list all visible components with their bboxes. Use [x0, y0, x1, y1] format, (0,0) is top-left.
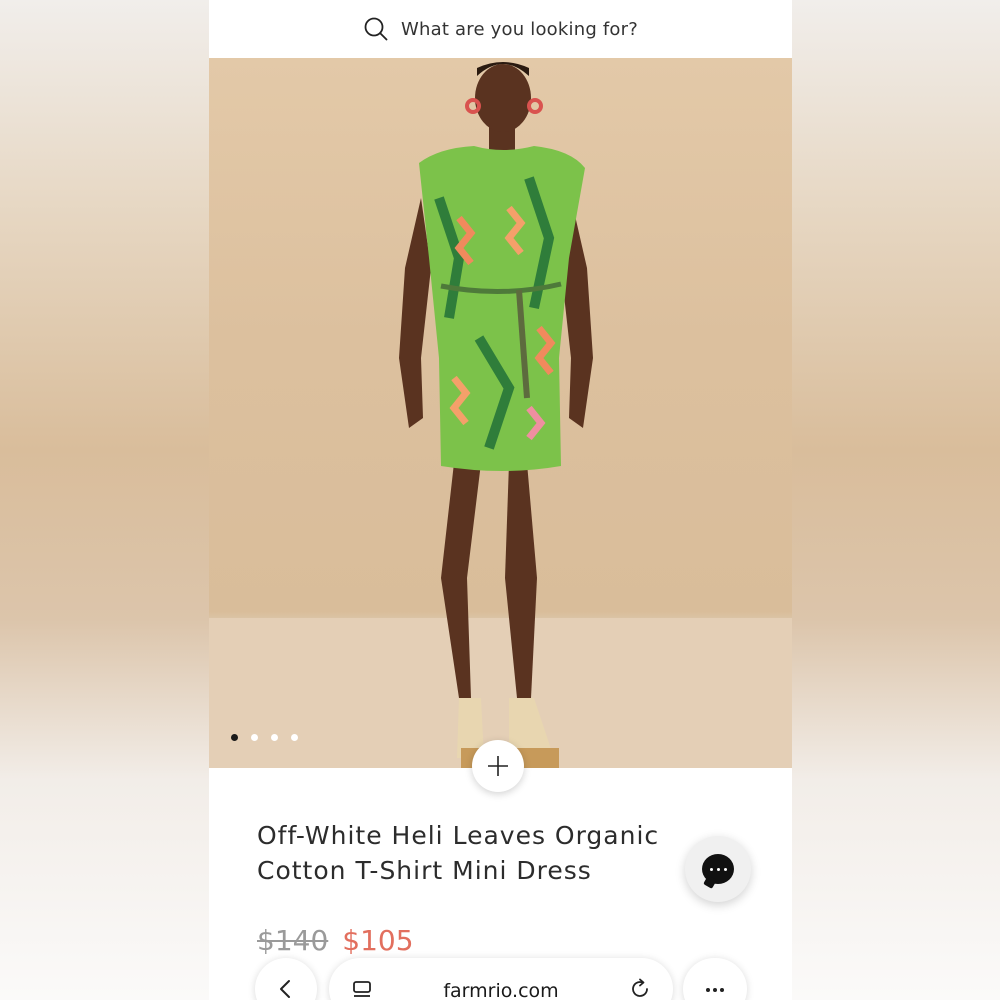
sale-price: $105	[342, 924, 414, 957]
product-title-line1: Off-White Heli Leaves Organic	[257, 821, 660, 850]
background-blur-right	[792, 0, 1000, 1000]
background-blur-left	[0, 0, 209, 1000]
search-input[interactable]: What are you looking for?	[401, 19, 638, 40]
more-icon	[706, 988, 724, 992]
address-bar[interactable]: farmrio.com	[329, 958, 673, 1000]
add-to-bag-button[interactable]	[472, 740, 524, 792]
more-button[interactable]	[683, 958, 747, 1000]
image-carousel-dots	[231, 734, 298, 741]
product-title: Off-White Heli Leaves Organic Cotton T-S…	[257, 818, 717, 888]
product-title-line2: Cotton T-Shirt Mini Dress	[257, 856, 592, 885]
chat-icon	[702, 854, 734, 884]
tabs-icon[interactable]	[351, 978, 373, 1000]
search-bar[interactable]: What are you looking for?	[209, 0, 792, 58]
carousel-dot[interactable]	[291, 734, 298, 741]
url-text[interactable]: farmrio.com	[443, 980, 558, 1000]
plus-icon	[488, 756, 508, 776]
original-price: $140	[257, 924, 329, 957]
search-icon	[364, 17, 388, 41]
chat-button[interactable]	[685, 836, 751, 902]
product-photo	[209, 62, 792, 768]
product-image[interactable]	[209, 58, 792, 768]
carousel-dot[interactable]	[271, 734, 278, 741]
back-icon	[280, 980, 290, 998]
carousel-dot[interactable]	[231, 734, 238, 741]
browser-toolbar: farmrio.com	[209, 958, 792, 1000]
price-block: $140 $105	[257, 924, 414, 957]
reload-icon[interactable]	[629, 978, 651, 1000]
carousel-dot[interactable]	[251, 734, 258, 741]
back-button[interactable]	[255, 958, 317, 1000]
page-viewport: What are you looking for? Off-White Heli…	[209, 0, 792, 1000]
